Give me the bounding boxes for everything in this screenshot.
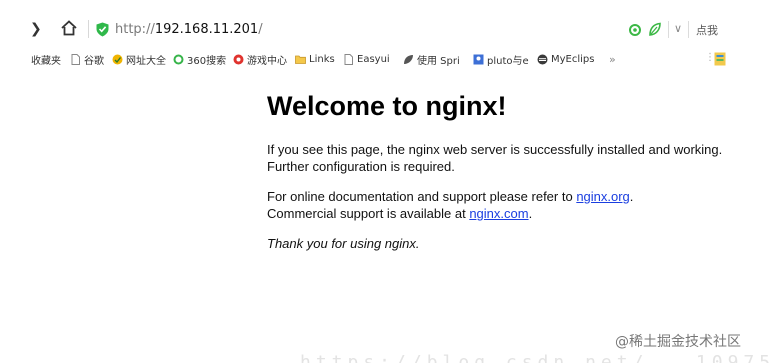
page-icon <box>71 53 80 65</box>
eclipse-icon <box>537 54 548 64</box>
page-icon <box>344 53 353 65</box>
bookmark-item[interactable]: 收藏夹 <box>31 51 61 67</box>
thanks-paragraph: Thank you for using nginx. <box>267 236 420 251</box>
docs-period: . <box>629 189 634 204</box>
bookmarks-bar: 收藏夹 谷歌 网址大全 360搜索 游戏中心 Links Easyui 使用 S… <box>0 48 776 70</box>
bookmark-label: 收藏夹 <box>31 55 61 67</box>
leaf-icon[interactable] <box>648 22 662 37</box>
url-field[interactable]: http://192.168.11.201/ <box>115 22 263 38</box>
bookmark-label: 360搜索 <box>187 55 227 67</box>
nginx-com-link[interactable]: nginx.com <box>469 206 528 221</box>
toolbar-separator <box>688 21 689 38</box>
url-path: / <box>258 22 263 37</box>
bookmark-label: pluto与e <box>487 55 529 67</box>
url-host: 192.168.11.201 <box>154 22 259 37</box>
intro-paragraph: If you see this page, the nginx web serv… <box>267 142 723 174</box>
commercial-text: Commercial support is available at <box>267 206 470 221</box>
bookmark-label: 使用 Spri <box>417 55 460 67</box>
bookmark-item[interactable]: MyEclips <box>537 51 594 67</box>
toolbar-separator <box>668 21 669 38</box>
folder-icon <box>295 55 306 64</box>
docs-paragraph: For online documentation and support ple… <box>267 188 737 222</box>
toolbar-separator <box>88 20 89 38</box>
circle-icon <box>173 54 184 64</box>
faint-watermark-url: https://blog.csdn.net/...1097597 <box>300 352 776 363</box>
bookmark-item[interactable]: 使用 Spri <box>403 51 460 67</box>
bookmark-item[interactable]: 网址大全 <box>112 51 166 67</box>
bookmark-item[interactable]: 游戏中心 <box>233 51 287 67</box>
url-scheme: http:// <box>115 22 155 37</box>
bookmark-item[interactable]: 360搜索 <box>173 51 226 67</box>
bookmark-item[interactable]: Links <box>295 51 335 67</box>
secure-shield-icon[interactable] <box>96 22 109 37</box>
image-icon <box>473 54 484 64</box>
bookmark-label: Links <box>309 53 335 65</box>
bookmark-item[interactable]: Easyui <box>343 51 390 67</box>
bookmark-label: MyEclips <box>551 53 595 65</box>
forward-icon[interactable]: ❯ <box>30 22 42 36</box>
leaf-icon <box>404 54 413 64</box>
globe-icon <box>112 54 123 64</box>
docs-text: For online documentation and support ple… <box>267 189 577 204</box>
game-icon <box>233 54 244 64</box>
bookmark-manager-icon[interactable] <box>714 52 726 66</box>
watermark: @稀土掘金技术社区 <box>615 334 741 350</box>
toolbar-text[interactable]: 点我 <box>696 22 718 38</box>
bookmark-item[interactable]: 谷歌 <box>70 51 104 67</box>
nginx-welcome-page: Welcome to nginx! If you see this page, … <box>267 88 737 265</box>
home-icon[interactable] <box>60 19 78 37</box>
bookmark-label: 网址大全 <box>126 55 166 67</box>
bookmarks-more-button[interactable]: » <box>609 53 616 66</box>
commercial-period: . <box>528 206 533 221</box>
bookmark-item[interactable]: pluto与e <box>473 51 529 67</box>
nginx-org-link[interactable]: nginx.org <box>576 189 629 204</box>
chevron-down-icon[interactable]: ∨ <box>674 22 682 35</box>
refresh-circle-icon[interactable] <box>628 23 642 37</box>
bookmark-label: 游戏中心 <box>247 55 287 67</box>
address-bar: ❯ http://192.168.11.201/ ∨ 点我 <box>0 0 776 44</box>
bookmark-label: Easyui <box>357 53 390 65</box>
bookmark-label: 谷歌 <box>84 55 104 67</box>
page-title: Welcome to nginx! <box>267 91 507 121</box>
